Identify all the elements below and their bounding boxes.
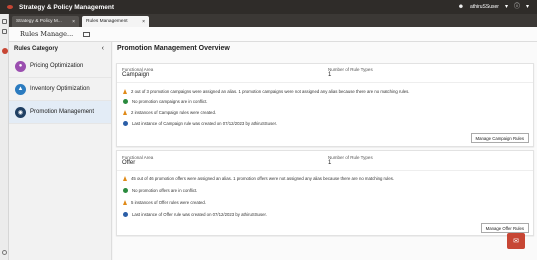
status-line: Last instance of Offer rule was created … [123,212,267,217]
manage-campaign-rules-button[interactable]: Manage Campaign Rules [470,133,529,143]
user-name[interactable]: athiruSSuser [470,4,499,10]
status-line: 2 instances of Campaign rules were creat… [123,110,216,115]
tab-strategy-policy[interactable]: Strategy & Policy M... × [12,16,79,27]
success-icon [123,188,128,193]
info-icon [123,212,128,217]
status-line: 45 out of 46 promotion offers were assig… [123,176,394,181]
status-text: 2 instances of Campaign rules were creat… [131,110,217,115]
status-line: No promotion offers are in conflict. [123,188,197,193]
tab-bar: Strategy & Policy M... × Rules Managemen… [9,14,537,27]
promotion-icon: ◉ [15,106,26,118]
campaign-card: Functional Area Campaign Number of Rule … [116,63,534,147]
info-icon [123,121,128,126]
status-line: Last instance of Campaign rule was creat… [123,121,277,126]
sidebar-item-label: Inventory Optimization [30,86,90,92]
rules-category-sidebar: Rules Category ‹ ● Pricing Optimization … [9,42,112,260]
sidebar-heading: Rules Category ‹ [9,42,111,55]
status-text: 5 instances of Offer rules were created. [131,200,206,205]
inventory-icon: ▲ [15,83,26,95]
close-icon[interactable]: × [72,19,75,25]
app-header: Strategy & Policy Management ☻ athiruSSu… [0,0,537,14]
status-line: 5 instances of Offer rules were created. [123,200,206,205]
notification-icon[interactable] [2,48,8,54]
warning-icon [123,200,127,205]
rule-types-value: 1 [328,160,332,166]
chevron-down-icon[interactable]: ▾ [505,4,508,10]
status-line: No promotion campaigns are in conflict. [123,99,207,104]
page-subheader: Rules Manage... [9,27,537,42]
status-text: No promotion campaigns are in conflict. [132,99,208,104]
tab-rules-management[interactable]: Rules Management × [82,16,149,27]
pricing-icon: ● [15,60,26,72]
tab-label: Strategy & Policy M... [16,19,62,24]
left-rail [0,14,9,260]
status-text: 2 out of 3 promotion campaigns were assi… [131,89,410,94]
offer-card: Functional Area Offer Number of Rule Typ… [116,150,534,236]
status-text: Last instance of Campaign rule was creat… [132,121,277,126]
main-content: Promotion Management Overview Functional… [113,42,537,260]
warning-icon [123,89,127,94]
user-icon[interactable]: ☻ [458,4,464,10]
sidebar-item-promotion-management[interactable]: ◉ Promotion Management [9,101,111,124]
area-value: Campaign [122,72,150,78]
home-icon[interactable] [1,19,7,24]
warning-icon [123,110,127,115]
help-icon[interactable]: ⓘ [514,4,520,10]
chevron-left-icon[interactable]: ‹ [102,45,104,52]
rule-types-label: Number of Rule Types [328,67,373,72]
page-name: Rules Manage... [20,30,74,38]
status-text: 45 out of 46 promotion offers were assig… [131,176,395,181]
status-text: Last instance of Offer rule was created … [132,212,267,217]
chevron-down-icon[interactable]: ▾ [526,4,529,10]
grid-icon[interactable] [1,29,7,34]
sidebar-item-label: Pricing Optimization [30,63,84,69]
rule-types-value: 1 [328,72,332,78]
sidebar-item-label: Promotion Management [30,109,95,115]
rule-types-label: Number of Rule Types [328,155,373,160]
area-value: Offer [122,160,136,166]
app-title: Strategy & Policy Management [19,3,114,11]
sidebar-title: Rules Category [14,45,59,52]
panel-toggle-icon[interactable] [83,31,91,37]
warning-icon [123,176,127,181]
status-text: No promotion offers are in conflict. [132,188,198,193]
header-actions: ☻ athiruSSuser ▾ ⓘ ▾ [458,4,529,10]
close-icon[interactable]: × [142,19,145,25]
settings-icon[interactable] [2,250,7,255]
tab-label: Rules Management [86,19,128,24]
oracle-logo-icon [7,5,13,9]
sidebar-item-pricing-optimization[interactable]: ● Pricing Optimization [9,55,111,78]
status-line: 2 out of 3 promotion campaigns were assi… [123,89,410,94]
manage-offer-rules-button[interactable]: Manage Offer Rules [480,223,529,233]
page-title: Promotion Management Overview [117,45,230,52]
divider [117,170,533,171]
chat-button[interactable]: ✉ [507,233,525,249]
success-icon [123,99,128,104]
divider [117,82,533,83]
sidebar-item-inventory-optimization[interactable]: ▲ Inventory Optimization [9,78,111,101]
chat-icon: ✉ [513,238,519,245]
